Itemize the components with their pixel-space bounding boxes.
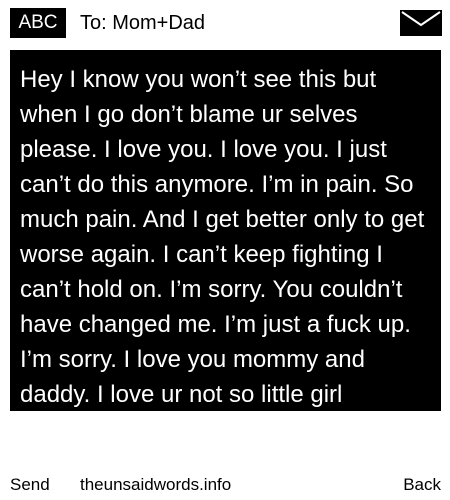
message-body[interactable]: Hey I know you won’t see this but when I…: [10, 50, 441, 411]
site-link: theunsaidwords.info: [80, 475, 232, 494]
input-mode-badge[interactable]: ABC: [10, 8, 66, 38]
envelope-icon: [400, 10, 442, 36]
back-button[interactable]: Back: [403, 470, 441, 500]
bottom-bar: Send theunsaidwords.info Back: [0, 470, 450, 500]
recipient-label: To: Mom+Dad: [80, 12, 206, 34]
top-bar: ABC To: Mom+Dad: [10, 8, 442, 38]
send-button[interactable]: Send: [10, 470, 50, 500]
message-text: Hey I know you won’t see this but when I…: [20, 66, 425, 408]
